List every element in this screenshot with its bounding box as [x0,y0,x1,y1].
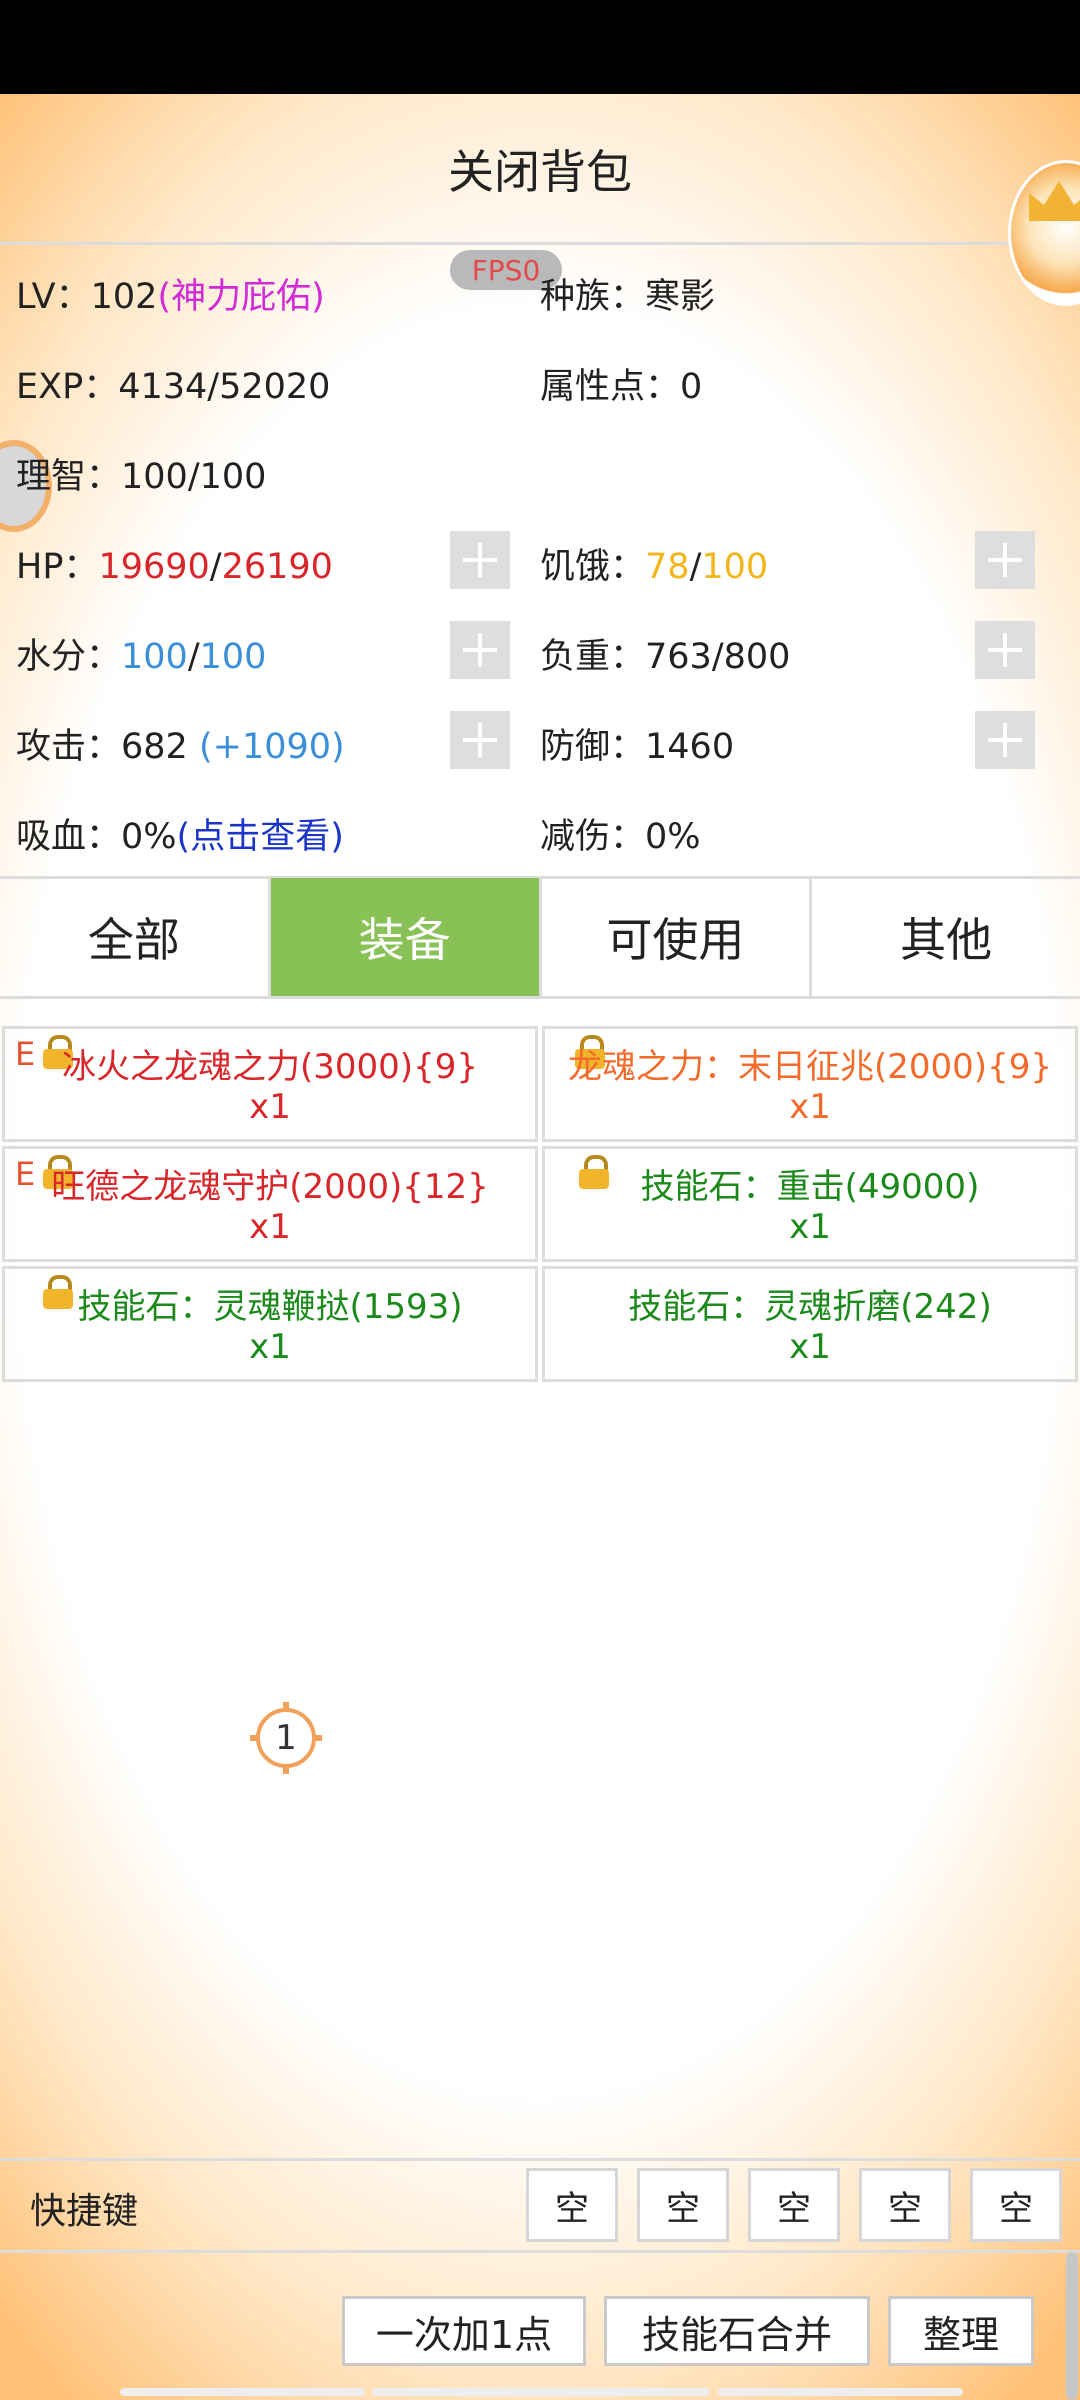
bottom-indicator [120,2388,365,2396]
water-separator: / [187,637,200,677]
item-name: 技能石：灵魂鞭挞(1593) [77,1287,463,1327]
item-name: 冰火之龙魂之力(3000){9} [62,1047,478,1087]
hunger-current: 78 [645,547,690,587]
add-one-point-button[interactable]: 一次加1点 [342,2296,586,2366]
damage-reduction-value: 0% [645,817,701,857]
level-buff: (神力庇佑) [157,277,325,317]
race-label: 种族： [540,277,646,317]
crown-icon [1029,181,1080,221]
water-label: 水分： [16,637,122,677]
close-bag-title[interactable]: 关闭背包 [0,94,1080,244]
load-stat: 负重：763/800 [540,628,790,679]
item-quantity: x1 [789,1327,831,1367]
load-label: 负重： [540,637,646,677]
attribute-points-label: 属性点： [540,367,681,407]
scrollbar[interactable] [1066,2252,1078,2400]
attribute-points-stat: 属性点：0 [540,358,702,409]
exp-label: EXP： [16,367,119,407]
hp-plus-button[interactable] [450,531,510,589]
tab-all[interactable]: 全部 [0,878,271,996]
level-value: 102 [90,277,158,317]
lifesteal-view-link[interactable]: (点击查看) [177,817,344,857]
hunger-separator: / [689,547,702,587]
exp-stat: EXP：4134/52020 [16,358,330,409]
bottom-indicator [372,2388,710,2396]
damage-reduction-stat: 减伤：0% [540,808,701,859]
divider [0,242,1080,245]
hp-separator: / [209,547,222,587]
item-slot[interactable]: 技能石：灵魂鞭挞(1593) x1 [2,1266,538,1382]
item-quantity: x1 [789,1207,831,1247]
level-label: LV： [16,277,91,317]
hunger-max: 100 [701,547,769,587]
sanity-value: 100/100 [121,457,267,497]
shortcut-slot-4[interactable]: 空 [859,2168,951,2242]
divider [0,996,1080,999]
attribute-points-value: 0 [680,367,703,407]
race-stat: 种族：寒影 [540,268,715,319]
shortcut-slot-3[interactable]: 空 [748,2168,840,2242]
tab-equipment[interactable]: 装备 [270,878,542,996]
attack-value: 682 [121,727,188,767]
marker-number: 1 [256,1708,316,1768]
water-stat: 水分：100/100 [16,628,266,679]
defense-label: 防御： [540,727,646,767]
item-slot[interactable]: 龙魂之力：末日征兆(2000){9} x1 [542,1026,1078,1142]
defense-plus-button[interactable] [975,711,1035,769]
lifesteal-value: 0% [121,817,177,857]
attack-stat: 攻击：682 (+1090) [16,718,345,769]
defense-stat: 防御：1460 [540,718,734,769]
shortcut-bar: 快捷键 空 空 空 空 空 [0,2160,1080,2252]
hunger-stat: 饥饿：78/100 [540,538,768,589]
sanity-label: 理智： [16,457,122,497]
item-name: 技能石：重击(49000) [640,1167,980,1207]
tab-other[interactable]: 其他 [812,878,1080,996]
attack-label: 攻击： [16,727,122,767]
shortcut-slot-1[interactable]: 空 [526,2168,618,2242]
divider [0,2250,1080,2253]
lifesteal-label: 吸血： [16,817,122,857]
hunger-label: 饥饿： [540,547,646,587]
item-quantity: x1 [249,1087,291,1127]
item-name: 龙魂之力：末日征兆(2000){9} [568,1047,1052,1087]
item-quantity: x1 [249,1207,291,1247]
hp-label: HP： [16,547,99,587]
item-quantity: x1 [789,1087,831,1127]
bag-tabs: 全部 装备 可使用 其他 [0,878,1080,996]
item-slot[interactable]: E 旺德之龙魂守护(2000){12} x1 [2,1146,538,1262]
item-slot[interactable]: 技能石：灵魂折磨(242) x1 [542,1266,1078,1382]
item-name: 技能石：灵魂折磨(242) [628,1287,992,1327]
exp-value: 4134/52020 [118,367,331,407]
attack-bonus: (+1090) [198,727,345,767]
hp-current: 19690 [98,547,210,587]
shortcut-label: 快捷键 [30,2191,139,2232]
water-max: 100 [199,637,267,677]
water-current: 100 [121,637,188,677]
lifesteal-stat: 吸血：0%(点击查看) [16,808,344,859]
hunger-plus-button[interactable] [975,531,1035,589]
hp-max: 26190 [221,547,333,587]
hp-stat: HP：19690/26190 [16,538,333,589]
shortcut-slot-5[interactable]: 空 [970,2168,1062,2242]
sort-button[interactable]: 整理 [888,2296,1034,2366]
status-bar [0,0,1080,94]
level-stat: LV：102(神力庇佑) [16,268,325,319]
shortcut-slot-2[interactable]: 空 [637,2168,729,2242]
load-value: 763/800 [645,637,791,677]
tab-usable[interactable]: 可使用 [542,878,813,996]
item-slot[interactable]: 技能石：重击(49000) x1 [542,1146,1078,1262]
item-name: 旺德之龙魂守护(2000){12} [51,1167,489,1207]
sanity-stat: 理智：100/100 [16,448,266,499]
race-value: 寒影 [645,277,716,317]
water-plus-button[interactable] [450,621,510,679]
attack-plus-button[interactable] [450,711,510,769]
merge-skill-stones-button[interactable]: 技能石合并 [604,2296,870,2366]
defense-value: 1460 [645,727,735,767]
bottom-indicator [718,2388,963,2396]
damage-reduction-label: 减伤： [540,817,646,857]
item-quantity: x1 [249,1327,291,1367]
floating-marker[interactable]: 1 [250,1702,322,1774]
load-plus-button[interactable] [975,621,1035,679]
item-slot[interactable]: E 冰火之龙魂之力(3000){9} x1 [2,1026,538,1142]
